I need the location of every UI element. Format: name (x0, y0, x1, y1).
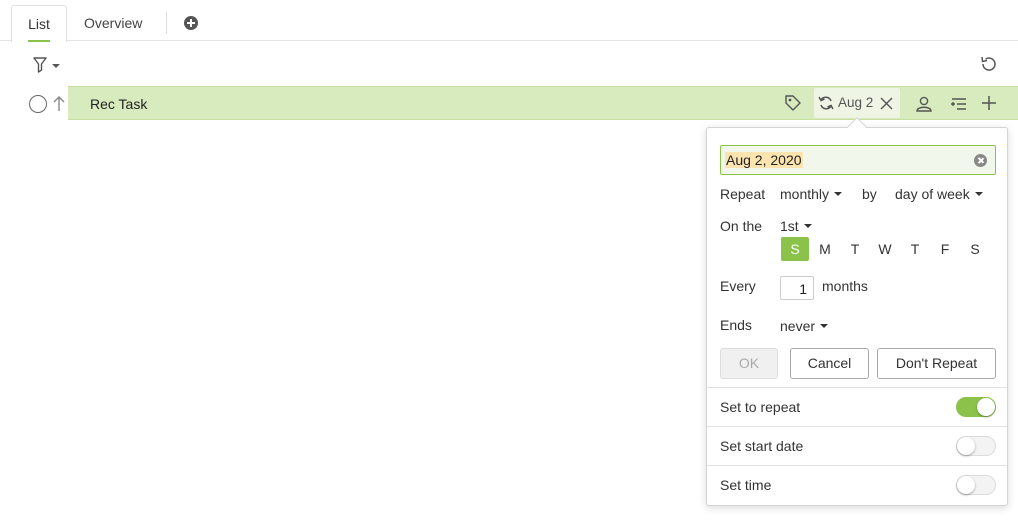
option-set-to-repeat: Set to repeat (707, 387, 1007, 426)
day-sat[interactable]: S (961, 237, 989, 261)
on-the-label: On the (720, 218, 763, 234)
dont-repeat-button[interactable]: Don't Repeat (877, 348, 996, 379)
tab-list-label: List (28, 16, 50, 32)
add-tab-icon[interactable] (184, 16, 198, 30)
assign-user-icon[interactable] (915, 95, 933, 113)
filter-button[interactable] (33, 56, 63, 74)
add-subtask-icon[interactable] (950, 95, 968, 113)
repeat-frequency-dropdown[interactable]: monthly (780, 186, 843, 202)
due-date-chip[interactable]: Aug 2 (814, 88, 900, 118)
chevron-down-icon (834, 192, 843, 197)
toggle-knob (977, 398, 995, 416)
by-value: day of week (895, 186, 970, 202)
every-unit-label: months (822, 278, 868, 294)
tab-overview-label: Overview (84, 15, 143, 31)
popup-arrow (847, 117, 867, 137)
priority-arrow-icon[interactable] (52, 94, 66, 112)
filter-icon (33, 57, 60, 73)
cancel-button[interactable]: Cancel (790, 348, 869, 379)
day-sun[interactable]: S (781, 237, 809, 261)
repeat-toggle[interactable] (956, 397, 996, 417)
option-set-time: Set time (707, 465, 1007, 504)
chevron-down-icon (803, 224, 812, 229)
every-label: Every (720, 278, 756, 294)
task-row[interactable]: Rec Task Aug 2 (68, 86, 1018, 120)
option-set-start-date: Set start date (707, 426, 1007, 465)
ends-dropdown[interactable]: never (780, 318, 829, 334)
due-date-label: Aug 2 (838, 95, 874, 110)
day-wed[interactable]: W (871, 237, 899, 261)
clear-date-icon[interactable] (880, 97, 893, 110)
active-tab-indicator (28, 40, 50, 42)
ends-label: Ends (720, 317, 752, 333)
day-mon[interactable]: M (811, 237, 839, 261)
date-input-value: Aug 2, 2020 (725, 152, 803, 168)
reset-icon (981, 56, 996, 71)
option-label: Set start date (720, 438, 804, 454)
repeat-label: Repeat (720, 186, 766, 202)
toggle-knob (957, 476, 975, 494)
tag-icon[interactable] (784, 94, 802, 112)
day-fri[interactable]: F (931, 237, 959, 261)
every-input[interactable]: 1 (780, 276, 814, 300)
chevron-down-icon (974, 192, 983, 197)
repeat-frequency-value: monthly (780, 186, 830, 202)
option-label: Set time (720, 477, 772, 493)
reset-button[interactable] (979, 54, 999, 74)
tab-bar: List Overview (0, 0, 1018, 42)
ordinal-value: 1st (780, 218, 799, 234)
day-thu[interactable]: T (901, 237, 929, 261)
by-label: by (862, 186, 877, 202)
time-toggle[interactable] (956, 475, 996, 495)
tab-overview[interactable]: Overview (84, 5, 142, 41)
add-task-icon[interactable] (980, 94, 998, 112)
ends-value: never (780, 318, 816, 334)
repeat-popup: Aug 2, 2020 Repeat monthly by day of wee… (706, 117, 1008, 506)
tab-list[interactable]: List (11, 5, 67, 42)
by-dropdown[interactable]: day of week (895, 186, 983, 202)
task-name[interactable]: Rec Task (90, 96, 147, 112)
ordinal-dropdown[interactable]: 1st (780, 218, 812, 234)
repeat-icon (818, 96, 834, 110)
start-date-toggle[interactable] (956, 436, 996, 456)
day-tue[interactable]: T (841, 237, 869, 261)
tab-divider (166, 12, 167, 34)
complete-checkbox[interactable] (29, 95, 47, 113)
date-input[interactable]: Aug 2, 2020 (720, 145, 996, 175)
chevron-down-icon (820, 324, 829, 329)
toggle-knob (957, 437, 975, 455)
clear-icon[interactable] (974, 154, 987, 167)
ok-button[interactable]: OK (720, 348, 778, 379)
option-label: Set to repeat (720, 399, 801, 415)
